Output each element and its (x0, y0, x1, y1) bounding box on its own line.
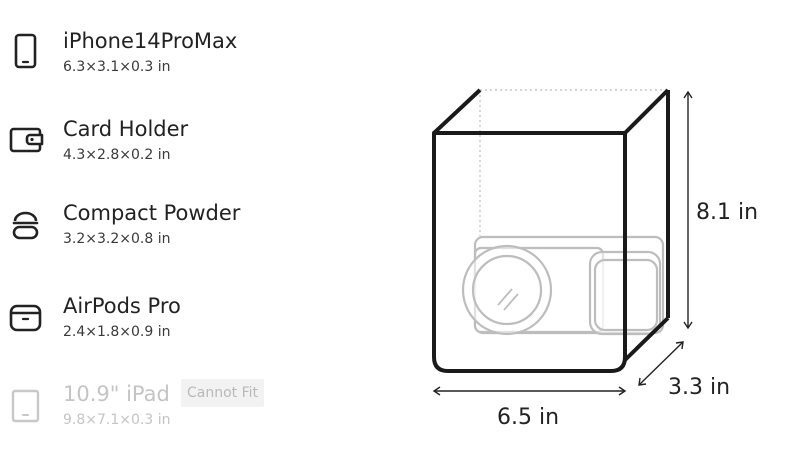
wallet-icon (6, 120, 46, 160)
list-item-card-holder[interactable]: Card Holder 4.3×2.8×0.2 in (0, 116, 380, 176)
height-dimension-line (683, 90, 693, 330)
list-item-ipad[interactable]: 10.9" iPad Cannot Fit 9.8×7.1×0.3 in (0, 379, 380, 441)
width-measurement: 6.5 in (497, 405, 560, 430)
item-dimensions: 4.3×2.8×0.2 in (63, 147, 171, 163)
depth-measurement: 3.3 in (668, 375, 731, 400)
item-dimensions: 9.8×7.1×0.3 in (63, 412, 171, 428)
bag-back-edges (479, 89, 668, 236)
item-name: 10.9" iPad (63, 382, 170, 406)
item-dimensions: 3.2×3.2×0.8 in (63, 231, 171, 247)
item-name: Card Holder (63, 117, 189, 141)
cannot-fit-badge: Cannot Fit (181, 379, 265, 407)
list-item-iphone[interactable]: iPhone14ProMax 6.3×3.1×0.3 in (0, 28, 380, 88)
item-name: AirPods Pro (63, 294, 181, 318)
bag-illustration (432, 30, 693, 396)
width-dimension-line (432, 386, 627, 396)
list-item-airpods-pro[interactable]: AirPods Pro 2.4×1.8×0.9 in (0, 293, 380, 353)
packed-items-ghost (461, 235, 665, 336)
item-name: Compact Powder (63, 201, 241, 225)
phone-icon (6, 32, 46, 72)
tablet-icon (6, 385, 46, 425)
height-measurement: 8.1 in (696, 200, 759, 225)
bag-diagram: 8.1 in 3.3 in 6.5 in (380, 0, 800, 455)
list-item-compact-powder[interactable]: Compact Powder 3.2×3.2×0.8 in (0, 200, 380, 260)
item-dimensions: 2.4×1.8×0.9 in (63, 324, 171, 340)
item-name: iPhone14ProMax (63, 29, 238, 53)
compact-powder-icon (6, 204, 46, 244)
item-list: iPhone14ProMax 6.3×3.1×0.3 in Card Holde… (0, 0, 380, 455)
airpods-case-icon (6, 297, 46, 337)
item-dimensions: 6.3×3.1×0.3 in (63, 59, 171, 75)
